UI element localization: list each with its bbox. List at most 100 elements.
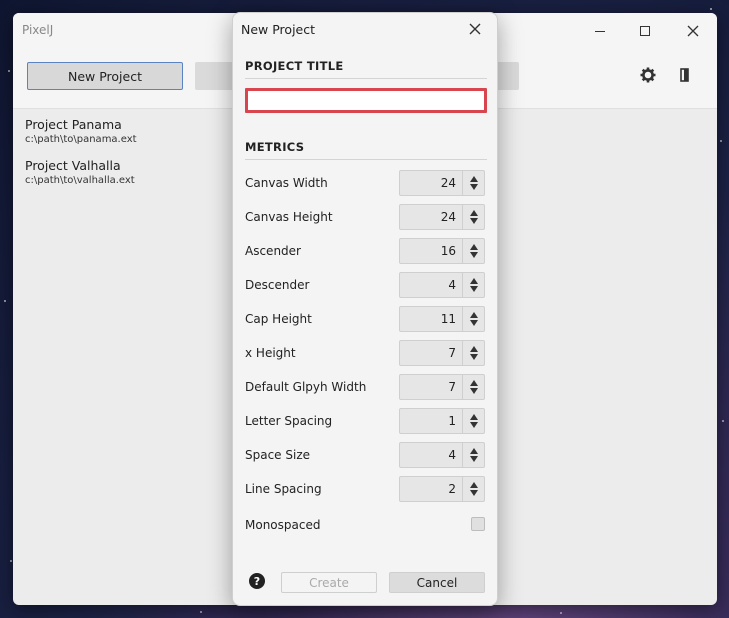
minimize-icon — [595, 30, 605, 32]
monospaced-label: Monospaced — [245, 518, 321, 532]
stepper-arrows[interactable] — [462, 341, 484, 365]
metric-row-default-glyph-width: Default Glpyh Width 7 — [245, 374, 487, 400]
chevron-down-icon[interactable] — [469, 456, 478, 462]
metric-label: x Height — [245, 346, 296, 360]
default-glyph-width-stepper[interactable]: 7 — [399, 374, 485, 400]
monospaced-row: Monospaced — [245, 512, 487, 538]
chevron-up-icon[interactable] — [469, 244, 478, 250]
metric-label: Space Size — [245, 448, 311, 462]
exit-icon[interactable] — [675, 65, 695, 85]
star — [8, 70, 10, 72]
stepper-arrows[interactable] — [462, 443, 484, 467]
stepper-arrows[interactable] — [462, 273, 484, 297]
line-spacing-stepper[interactable]: 2 — [399, 476, 485, 502]
chevron-up-icon[interactable] — [469, 414, 478, 420]
stepper-value: 2 — [448, 482, 456, 496]
x-height-stepper[interactable]: 7 — [399, 340, 485, 366]
descender-stepper[interactable]: 4 — [399, 272, 485, 298]
project-name: Project Panama — [25, 117, 122, 132]
metrics-heading: METRICS — [245, 140, 487, 160]
metric-row-cap-height: Cap Height 11 — [245, 306, 487, 332]
stepper-value: 24 — [440, 210, 456, 224]
chevron-down-icon[interactable] — [469, 184, 478, 190]
new-project-dialog: New Project PROJECT TITLE METRICS Canvas… — [232, 12, 498, 606]
gear-icon-glyph — [640, 67, 656, 83]
canvas-width-stepper[interactable]: 24 — [399, 170, 485, 196]
list-item[interactable]: Project Valhalla c:\path\to\valhalla.ext — [25, 158, 137, 186]
chevron-down-icon[interactable] — [469, 286, 478, 292]
list-item[interactable]: Project Panama c:\path\to\panama.ext — [25, 117, 137, 145]
dialog-close-icon[interactable] — [467, 21, 483, 37]
star — [722, 420, 724, 422]
stepper-value: 11 — [440, 312, 456, 326]
chevron-down-icon[interactable] — [469, 320, 478, 326]
chevron-up-icon[interactable] — [469, 482, 478, 488]
new-project-button[interactable]: New Project — [27, 62, 183, 90]
minimize-button[interactable] — [586, 19, 614, 43]
chevron-down-icon[interactable] — [469, 490, 478, 496]
metric-row-letter-spacing: Letter Spacing 1 — [245, 408, 487, 434]
metric-row-ascender: Ascender 16 — [245, 238, 487, 264]
metric-row-space-size: Space Size 4 — [245, 442, 487, 468]
metric-row-canvas-width: Canvas Width 24 — [245, 170, 487, 196]
chevron-up-icon[interactable] — [469, 346, 478, 352]
stepper-value: 4 — [448, 448, 456, 462]
recent-projects-list: Project Panama c:\path\to\panama.ext Pro… — [25, 117, 137, 199]
stepper-arrows[interactable] — [462, 409, 484, 433]
metric-label: Canvas Width — [245, 176, 328, 190]
space-size-stepper[interactable]: 4 — [399, 442, 485, 468]
metric-row-canvas-height: Canvas Height 24 — [245, 204, 487, 230]
project-title-input[interactable] — [245, 88, 487, 113]
chevron-down-icon[interactable] — [469, 422, 478, 428]
star — [10, 560, 12, 562]
gear-icon[interactable] — [638, 65, 658, 85]
metric-label: Ascender — [245, 244, 301, 258]
metric-label: Canvas Height — [245, 210, 333, 224]
dialog-title: New Project — [241, 22, 316, 37]
maximize-button[interactable] — [631, 19, 659, 43]
close-button[interactable] — [679, 19, 707, 43]
monospaced-checkbox[interactable] — [471, 517, 485, 531]
cap-height-stepper[interactable]: 11 — [399, 306, 485, 332]
metric-label: Letter Spacing — [245, 414, 333, 428]
chevron-up-icon[interactable] — [469, 210, 478, 216]
project-path: c:\path\to\panama.ext — [25, 134, 137, 145]
door-icon — [680, 68, 689, 82]
app-title: PixelJ — [22, 23, 54, 37]
create-button[interactable]: Create — [281, 572, 377, 593]
chevron-up-icon[interactable] — [469, 448, 478, 454]
stepper-value: 7 — [448, 346, 456, 360]
chevron-up-icon[interactable] — [469, 380, 478, 386]
project-name: Project Valhalla — [25, 158, 121, 173]
metric-label: Descender — [245, 278, 310, 292]
help-icon[interactable]: ? — [249, 573, 265, 589]
chevron-down-icon[interactable] — [469, 388, 478, 394]
stepper-value: 16 — [440, 244, 456, 258]
chevron-down-icon[interactable] — [469, 252, 478, 258]
stepper-arrows[interactable] — [462, 171, 484, 195]
stepper-arrows[interactable] — [462, 375, 484, 399]
stepper-arrows[interactable] — [462, 205, 484, 229]
chevron-down-icon[interactable] — [469, 218, 478, 224]
stepper-arrows[interactable] — [462, 477, 484, 501]
metric-row-descender: Descender 4 — [245, 272, 487, 298]
dialog-titlebar[interactable]: New Project — [233, 13, 497, 47]
ascender-stepper[interactable]: 16 — [399, 238, 485, 264]
stepper-value: 4 — [448, 278, 456, 292]
maximize-icon — [640, 26, 650, 36]
cancel-button[interactable]: Cancel — [389, 572, 485, 593]
metric-label: Cap Height — [245, 312, 312, 326]
project-title-heading: PROJECT TITLE — [245, 59, 487, 79]
chevron-up-icon[interactable] — [469, 278, 478, 284]
star — [720, 140, 722, 142]
stepper-arrows[interactable] — [462, 239, 484, 263]
stepper-value: 1 — [448, 414, 456, 428]
stepper-arrows[interactable] — [462, 307, 484, 331]
letter-spacing-stepper[interactable]: 1 — [399, 408, 485, 434]
star — [560, 612, 562, 614]
project-path: c:\path\to\valhalla.ext — [25, 175, 135, 186]
chevron-up-icon[interactable] — [469, 312, 478, 318]
canvas-height-stepper[interactable]: 24 — [399, 204, 485, 230]
chevron-down-icon[interactable] — [469, 354, 478, 360]
chevron-up-icon[interactable] — [469, 176, 478, 182]
